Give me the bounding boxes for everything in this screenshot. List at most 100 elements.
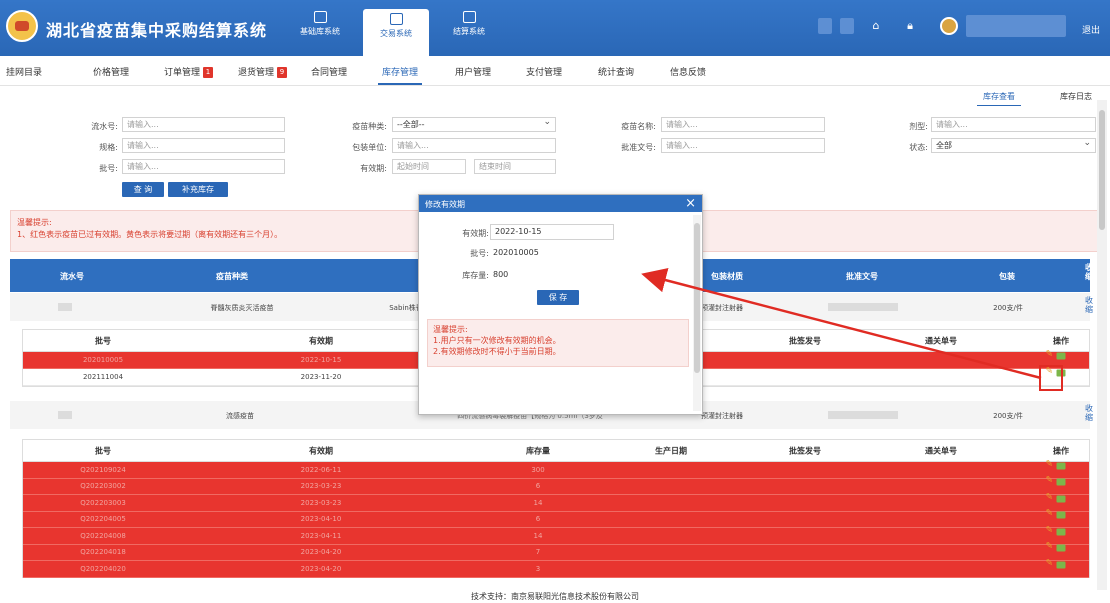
lock-icon[interactable]: 🔒︎: [903, 19, 917, 33]
spec-input[interactable]: 请输入...: [122, 138, 285, 153]
system-logo: [6, 10, 38, 42]
system-title: 湖北省疫苗集中采购结算系统: [46, 21, 268, 40]
vaccine-type-select[interactable]: --全部--: [392, 117, 556, 132]
menu-item-feedback[interactable]: 信息反馈: [670, 65, 706, 78]
table-row-expired[interactable]: Q202204005 2023-04-10 6 ✎: [23, 509, 1089, 528]
query-button[interactable]: 查 询: [122, 182, 164, 197]
col-pack: 包装: [999, 272, 1015, 281]
row-actions: ✎: [1046, 493, 1072, 509]
edit-pencil-icon[interactable]: ✎: [1046, 493, 1055, 502]
dialog-title-bar: 修改有效期 ×: [419, 195, 702, 212]
approval-number-input[interactable]: 请输入...: [661, 138, 825, 153]
col-approval: 批准文号: [846, 272, 878, 281]
modal-batch-value: 202010005: [493, 248, 539, 257]
menu-item-payment[interactable]: 支付管理: [526, 65, 562, 78]
redacted-serial: [58, 303, 72, 311]
fold-toggle[interactable]: 收缩: [1083, 404, 1095, 422]
status-select[interactable]: 全部: [931, 138, 1096, 153]
table-row-expired[interactable]: Q202203002 2023-03-23 6 ✎: [23, 476, 1089, 495]
save-button[interactable]: 保 存: [537, 290, 579, 305]
money-icon[interactable]: [1056, 495, 1066, 503]
modal-stock-value: 800: [493, 270, 509, 279]
home-icon[interactable]: ⌂: [869, 19, 883, 33]
spec-label: 规格:: [99, 143, 118, 152]
table-row-expired[interactable]: Q202109024 2022-06-11 300 ✎: [23, 460, 1089, 479]
row-actions: ✎: [1046, 559, 1072, 575]
logout-link[interactable]: 退出: [1082, 23, 1100, 36]
menu-item-orders[interactable]: 订单管理 1: [164, 65, 214, 78]
redacted-approval: [828, 411, 898, 419]
table-row-expired[interactable]: Q202203003 2023-03-23 14 ✎: [23, 493, 1089, 512]
table-row-expired[interactable]: Q202204020 2023-04-20 3 ✎: [23, 559, 1089, 578]
module-tab-settlement[interactable]: 结算系统: [436, 7, 502, 49]
expiry-start-input[interactable]: 起始时间: [392, 159, 466, 174]
modal-expiry-label: 有效期:: [462, 229, 489, 238]
group-pack: 200支/件: [993, 304, 1023, 312]
group-pack: 200支/件: [993, 412, 1023, 420]
dialog-tip: 温馨提示: 1.用户只有一次修改有效期的机会。 2.有效期修改时不得小于当前日期…: [427, 319, 689, 367]
serial-label: 流水号:: [91, 122, 118, 131]
money-icon[interactable]: [1056, 478, 1066, 486]
avatar[interactable]: [940, 17, 958, 35]
edit-pencil-icon[interactable]: ✎: [1046, 476, 1055, 486]
col-pack-material: 包装材质: [711, 272, 743, 281]
money-icon[interactable]: [1056, 462, 1066, 470]
serial-input[interactable]: 请输入...: [122, 117, 285, 132]
edit-expiry-dialog: 修改有效期 × 有效期: 2022-10-15 批号: 202010005 库存…: [418, 194, 703, 415]
redacted-username: [966, 15, 1066, 37]
group-vaccine-type: 脊髓灰质炎灭活疫苗: [210, 304, 274, 312]
menu-item-price[interactable]: 价格管理: [93, 65, 129, 78]
fold-toggle[interactable]: 收缩: [1083, 296, 1095, 314]
top-bar: 湖北省疫苗集中采购结算系统 基础库系统 交易系统 结算系统 ⌂ 🔒︎ 退出: [0, 0, 1110, 56]
modal-batch-label: 批号:: [470, 249, 489, 258]
menu-item-catalog[interactable]: 挂网目录: [6, 65, 42, 78]
modal-stock-label: 库存量:: [462, 271, 489, 280]
menu-item-contracts[interactable]: 合同管理: [311, 65, 347, 78]
module-tab-trading[interactable]: 交易系统: [363, 9, 429, 56]
close-icon[interactable]: ×: [685, 195, 696, 212]
table-row-expired[interactable]: Q202204018 2023-04-20 7 ✎: [23, 542, 1089, 561]
row-actions: ✎: [1046, 476, 1072, 492]
tab-inventory-log[interactable]: 库存日志: [1060, 91, 1092, 102]
edit-pencil-icon[interactable]: ✎: [1046, 350, 1055, 360]
dosage-form-label: 剂型:: [909, 122, 928, 131]
approval-number-label: 批准文号:: [621, 143, 656, 152]
page-scrollbar[interactable]: [1097, 100, 1107, 590]
col-serial: 流水号: [60, 272, 84, 281]
money-icon[interactable]: [1056, 544, 1066, 552]
highlight-box: [1039, 365, 1063, 391]
edit-pencil-icon[interactable]: ✎: [1046, 509, 1055, 519]
pack-unit-label: 包装单位:: [352, 143, 387, 152]
col-vaccine-type: 疫苗种类: [216, 272, 248, 281]
money-icon[interactable]: [1056, 528, 1066, 536]
batch-input[interactable]: 请输入...: [122, 159, 285, 174]
vaccine-name-input[interactable]: 请输入...: [661, 117, 825, 132]
menu-item-returns[interactable]: 退货管理 9: [238, 65, 288, 78]
money-icon[interactable]: [1056, 511, 1066, 519]
tab-inventory-view[interactable]: 库存查看: [977, 91, 1021, 106]
dialog-scrollbar[interactable]: [693, 215, 701, 411]
edit-pencil-icon[interactable]: ✎: [1046, 460, 1055, 469]
vaccine-name-label: 疫苗名称:: [621, 122, 656, 131]
table-row-expired[interactable]: Q202204008 2023-04-11 14 ✎: [23, 526, 1089, 545]
replenish-button[interactable]: 补充库存: [168, 182, 228, 197]
modal-expiry-input[interactable]: 2022-10-15: [490, 224, 614, 240]
batch-subtable-2: 批号 有效期 库存量 生产日期 批签发号 通关单号 操作 Q202109024 2…: [22, 439, 1090, 578]
expiry-end-input[interactable]: 结束时间: [474, 159, 556, 174]
menu-item-statistics[interactable]: 统计查询: [598, 65, 634, 78]
vaccine-type-label: 疫苗种类:: [352, 122, 387, 131]
edit-pencil-icon[interactable]: ✎: [1046, 559, 1055, 568]
monitor-icon: [389, 13, 403, 25]
menu-item-users[interactable]: 用户管理: [455, 65, 491, 78]
row-actions: ✎: [1046, 542, 1072, 558]
module-tab-basic[interactable]: 基础库系统: [287, 7, 353, 49]
money-icon[interactable]: [1056, 352, 1066, 360]
edit-pencil-icon[interactable]: ✎: [1046, 526, 1055, 535]
edit-pencil-icon[interactable]: ✎: [1046, 542, 1055, 552]
dosage-form-input[interactable]: 请输入...: [931, 117, 1096, 132]
footer: 技术支持：南京易联阳光信息技术股份有限公司: [0, 590, 1110, 603]
money-icon[interactable]: [1056, 561, 1066, 569]
row-actions: ✎: [1046, 460, 1072, 476]
pack-unit-input[interactable]: 请输入...: [392, 138, 556, 153]
menu-item-inventory[interactable]: 库存管理: [377, 65, 423, 85]
